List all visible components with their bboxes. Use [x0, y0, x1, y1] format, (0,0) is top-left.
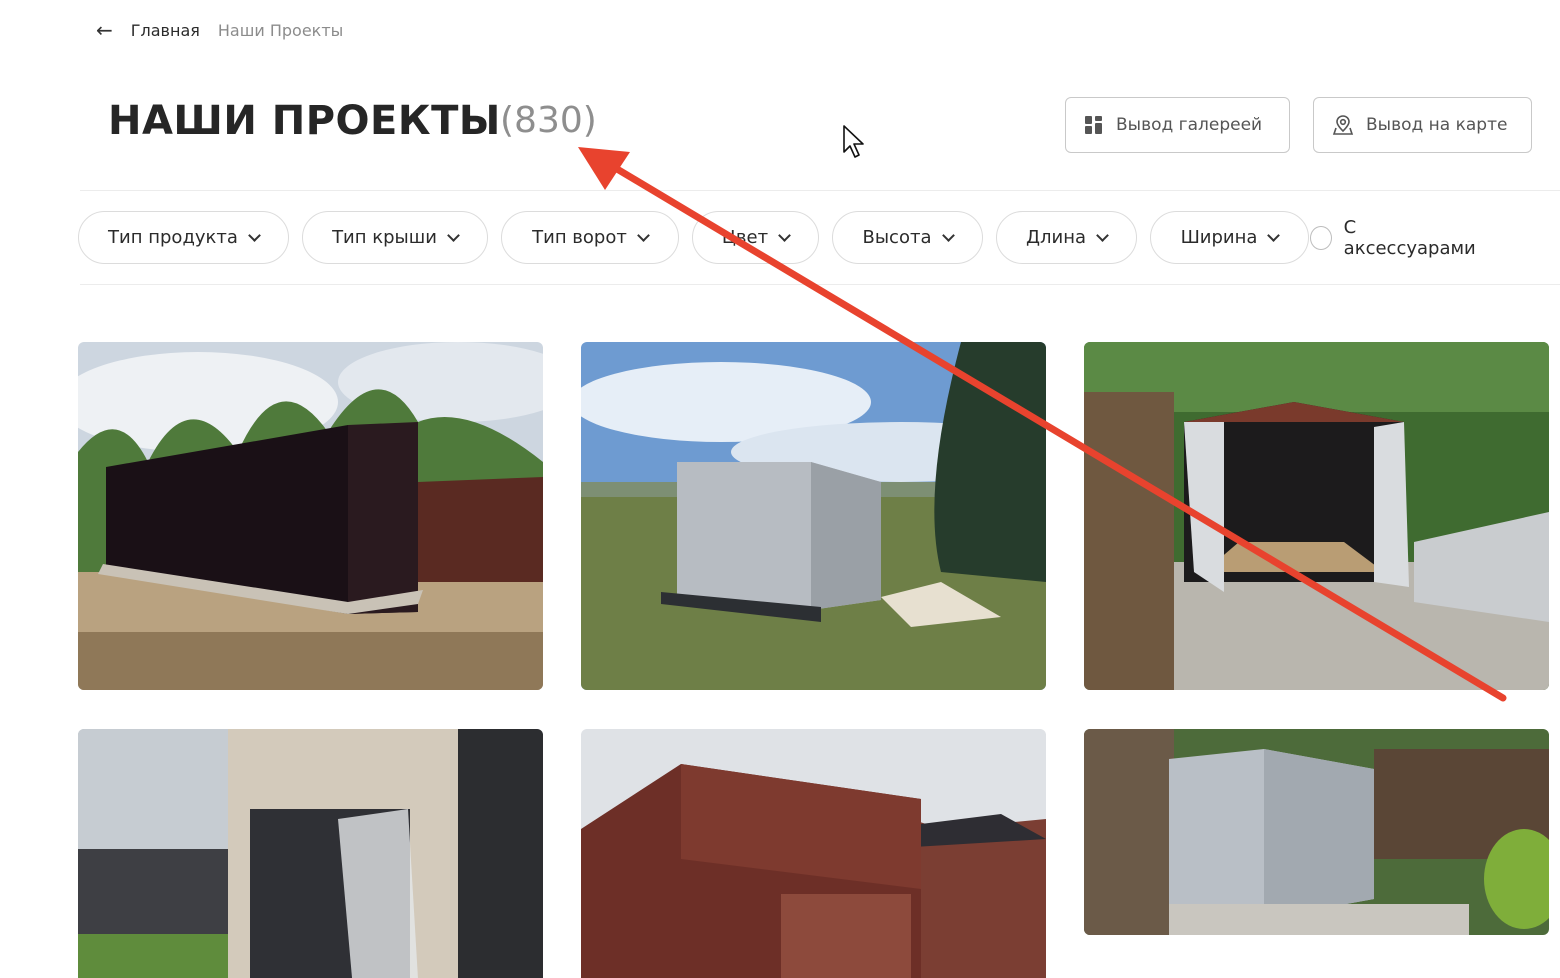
filter-label: Тип крыши: [332, 227, 437, 248]
filter-label: Высота: [862, 227, 932, 248]
divider: [80, 190, 1560, 191]
filter-gate-type[interactable]: Тип ворот: [501, 211, 679, 264]
filter-color[interactable]: Цвет: [692, 211, 819, 264]
divider: [80, 284, 1560, 285]
chevron-down-icon: [1267, 228, 1281, 242]
chevron-down-icon: [778, 228, 791, 242]
chevron-down-icon: [447, 228, 460, 242]
accessories-toggle[interactable]: С аксессуарами: [1310, 211, 1478, 264]
projects-count: (830): [500, 100, 597, 141]
filter-product-type[interactable]: Тип продукта: [78, 211, 289, 264]
project-photo[interactable]: [581, 342, 1046, 690]
filter-label: Тип продукта: [108, 227, 238, 248]
project-photo[interactable]: [581, 729, 1046, 978]
breadcrumb: ← Главная Наши Проекты: [96, 20, 343, 40]
project-photo[interactable]: [1084, 342, 1549, 690]
page-title: НАШИ ПРОЕКТЫ: [108, 98, 501, 144]
project-photo[interactable]: [78, 342, 543, 690]
project-photo[interactable]: [78, 729, 543, 978]
filter-label: Ширина: [1180, 227, 1258, 248]
radio-icon[interactable]: [1310, 225, 1332, 250]
breadcrumb-current: Наши Проекты: [217, 20, 344, 40]
filter-label: Тип ворот: [532, 227, 627, 248]
filter-roof-type[interactable]: Тип крыши: [302, 211, 488, 264]
breadcrumb-home-link[interactable]: Главная: [131, 21, 200, 40]
map-view-label: Вывод на карте: [1366, 115, 1508, 135]
chevron-down-icon: [941, 228, 955, 242]
filter-label: Цвет: [721, 227, 769, 248]
filter-label: Длина: [1025, 227, 1087, 248]
gallery-view-label: Вывод галереей: [1116, 115, 1263, 135]
filter-length[interactable]: Длина: [996, 211, 1137, 264]
filter-width[interactable]: Ширина: [1150, 211, 1309, 264]
arrow-left-icon[interactable]: ←: [96, 20, 113, 40]
map-view-button[interactable]: Вывод на карте: [1313, 97, 1532, 153]
chevron-down-icon: [636, 228, 650, 242]
chevron-down-icon: [1096, 228, 1109, 242]
mouse-cursor-icon: [843, 125, 864, 158]
gallery-view-button[interactable]: Вывод галереей: [1065, 97, 1290, 153]
grid-icon: [1085, 116, 1102, 134]
chevron-down-icon: [248, 228, 261, 242]
filter-height[interactable]: Высота: [832, 211, 983, 264]
project-photo[interactable]: [1084, 729, 1549, 935]
map-pin-icon: [1332, 115, 1354, 135]
accessories-label: С аксессуарами: [1343, 216, 1476, 259]
